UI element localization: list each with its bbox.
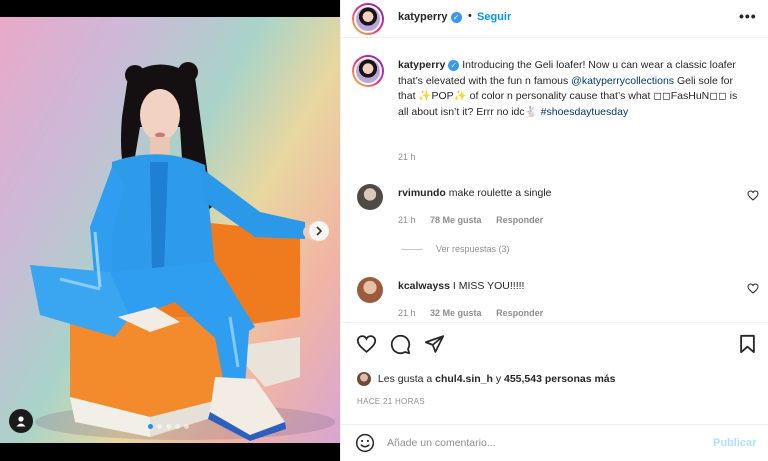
like-heart-icon[interactable]: [356, 334, 377, 354]
comment-icon[interactable]: [390, 334, 411, 355]
likes-connector: y: [495, 372, 502, 385]
view-replies-label[interactable]: Ver respuestas (3): [436, 244, 510, 254]
instagram-post-view: katyperry ✓ • Seguir ••• katyperry ✓ Intro…: [0, 0, 768, 461]
likes-prefix: Les gusta a: [377, 372, 433, 385]
author-avatar[interactable]: [352, 3, 384, 35]
caption-avatar-image: [354, 57, 382, 85]
comment-username[interactable]: kcalwayss: [398, 280, 450, 292]
author-avatar-image: [354, 5, 382, 33]
follow-button[interactable]: Seguir: [477, 11, 511, 23]
comment-likes[interactable]: 78 Me gusta: [430, 215, 482, 225]
commenter-avatar[interactable]: [357, 184, 383, 210]
comment-meta: 21 h 78 Me gusta Responder: [398, 215, 555, 225]
comment-text: rvimundo make roulette a single: [398, 187, 552, 199]
commenter-avatar[interactable]: [357, 277, 383, 303]
author-username-text[interactable]: katyperry: [398, 11, 448, 23]
media-panel: [0, 0, 340, 461]
add-comment-bar: Publicar: [341, 424, 768, 461]
user-tag-button[interactable]: [9, 409, 33, 433]
carousel-indicator: [148, 424, 189, 429]
caption-hashtag-link[interactable]: #shoesdaytuesday: [541, 106, 629, 118]
post-header: katyperry ✓ • Seguir •••: [341, 0, 768, 38]
view-replies-button[interactable]: Ver respuestas (3): [401, 244, 510, 254]
author-username[interactable]: katyperry ✓: [398, 11, 462, 23]
comment-username[interactable]: rvimundo: [398, 187, 446, 199]
more-icon[interactable]: •••: [739, 8, 757, 24]
carousel-dot: [175, 424, 180, 429]
comment-likes[interactable]: 32 Me gusta: [430, 308, 482, 318]
publish-button[interactable]: Publicar: [713, 437, 756, 449]
carousel-dot: [166, 424, 171, 429]
post-photo-illustration: [30, 62, 335, 441]
emoji-icon[interactable]: [355, 433, 375, 453]
comment-input[interactable]: [387, 434, 687, 452]
post-timestamp: HACE 21 HORAS: [357, 397, 425, 406]
comment-body: I MISS YOU!!!!!: [452, 280, 525, 292]
caption-text: katyperry ✓ Introducing the Geli loafer! …: [398, 58, 750, 120]
user-tag-icon: [16, 416, 26, 427]
replies-divider: [401, 249, 423, 251]
likes-summary[interactable]: Les gusta a chul4.sin_h y 455,543 person…: [357, 372, 616, 386]
carousel-dot: [184, 424, 189, 429]
header-separator: •: [468, 10, 472, 22]
carousel-dot: [157, 424, 162, 429]
comment-time: 21 h: [398, 308, 416, 318]
verified-icon: ✓: [448, 59, 460, 71]
caption-username[interactable]: katyperry: [398, 59, 445, 71]
likes-user[interactable]: chul4.sin_h: [435, 373, 493, 385]
heart-icon[interactable]: [747, 283, 759, 294]
share-icon[interactable]: [424, 334, 445, 354]
verified-icon: ✓: [450, 11, 462, 23]
bookmark-icon[interactable]: [739, 334, 756, 354]
caption-avatar[interactable]: [352, 55, 384, 87]
heart-icon[interactable]: [747, 190, 759, 201]
carousel-dot: [148, 424, 153, 429]
caption-mention-link[interactable]: @katyperrycollections: [571, 75, 674, 87]
comment-time: 21 h: [398, 215, 416, 225]
post-photo[interactable]: [0, 17, 340, 443]
caption-time: 21 h: [398, 152, 416, 162]
post-actions: [341, 322, 768, 367]
reply-button[interactable]: Responder: [496, 215, 543, 225]
comment-meta: 21 h 32 Me gusta Responder: [398, 308, 555, 318]
reply-button[interactable]: Responder: [496, 308, 543, 318]
likes-count[interactable]: 455,543 personas más: [504, 373, 616, 385]
chevron-right-icon: [316, 226, 323, 236]
comment-body: make roulette a single: [448, 187, 552, 199]
comment-text: kcalwayss I MISS YOU!!!!!: [398, 280, 524, 292]
liker-avatar: [357, 372, 371, 386]
post-details-panel: katyperry ✓ • Seguir ••• katyperry ✓ Intro…: [340, 0, 768, 461]
carousel-next-button[interactable]: [309, 221, 329, 241]
